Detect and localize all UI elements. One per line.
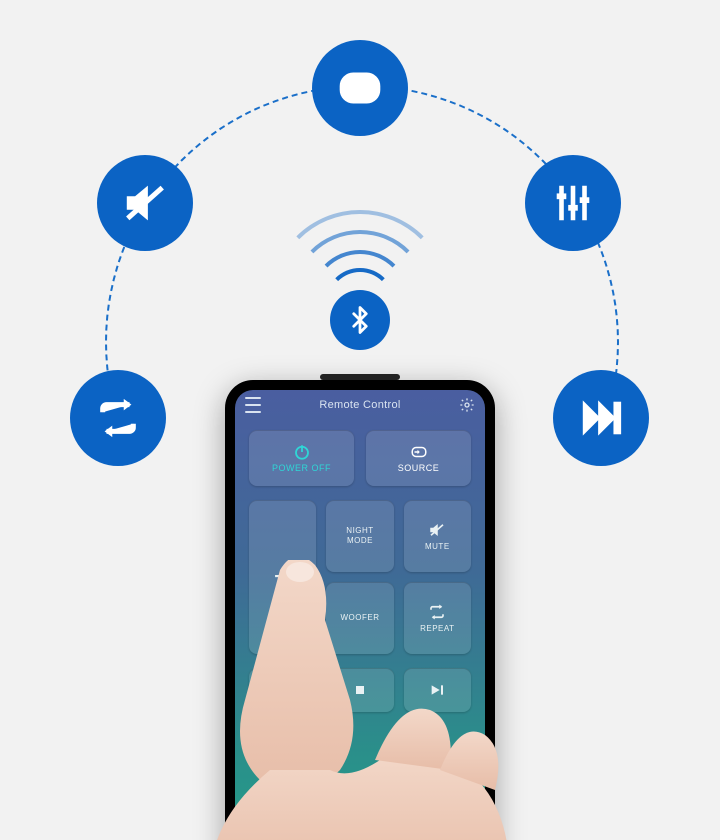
phone-frame: Remote Control POWER OFF SOURCE + NI xyxy=(225,380,495,840)
repeat-button[interactable]: REPEAT xyxy=(404,582,471,654)
gear-icon[interactable] xyxy=(459,397,475,413)
volume-up-button[interactable]: + xyxy=(249,500,316,654)
night-mode-button[interactable]: NIGHT MODE xyxy=(326,500,393,572)
source-label: SOURCE xyxy=(398,463,440,473)
bluetooth-broadcast xyxy=(260,180,460,380)
woofer-button[interactable]: WOOFER xyxy=(326,582,393,654)
menu-icon[interactable] xyxy=(245,397,261,413)
mute-label: MUTE xyxy=(425,542,450,552)
stop-button[interactable] xyxy=(326,668,393,712)
source-icon xyxy=(312,40,408,136)
source-button[interactable]: SOURCE xyxy=(366,430,471,486)
power-label: POWER OFF xyxy=(272,463,331,473)
next-button[interactable] xyxy=(404,668,471,712)
plus-icon: + xyxy=(274,562,292,592)
woofer-label: WOOFER xyxy=(340,613,379,623)
skip-next-icon xyxy=(553,370,649,466)
repeat-label: REPEAT xyxy=(420,624,454,634)
app-title: Remote Control xyxy=(319,399,400,411)
night-label: NIGHT MODE xyxy=(346,526,373,545)
equalizer-icon xyxy=(525,155,621,251)
power-off-button[interactable]: POWER OFF xyxy=(249,430,354,486)
app-screen: Remote Control POWER OFF SOURCE + NI xyxy=(235,390,485,840)
repeat-icon xyxy=(70,370,166,466)
bluetooth-icon xyxy=(330,290,390,350)
mute-button[interactable]: MUTE xyxy=(404,500,471,572)
prev-button[interactable] xyxy=(249,668,316,712)
mute-icon xyxy=(97,155,193,251)
